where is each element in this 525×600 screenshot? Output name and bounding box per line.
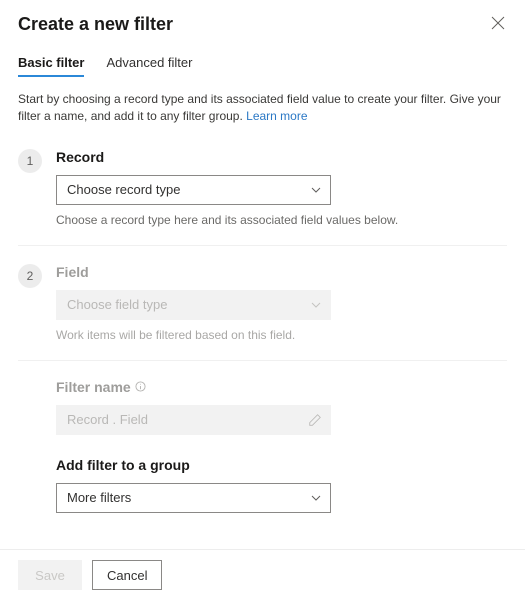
learn-more-link[interactable]: Learn more <box>246 109 307 123</box>
filter-name-label: Filter name <box>56 379 131 395</box>
record-helper: Choose a record type here and its associ… <box>56 213 507 227</box>
tab-basic-filter[interactable]: Basic filter <box>18 55 84 76</box>
group-label: Add filter to a group <box>56 457 507 473</box>
filter-group-select[interactable]: More filters <box>56 483 331 513</box>
step-field: 2 Field Choose field type Work items wil… <box>18 264 507 361</box>
record-type-select[interactable]: Choose record type <box>56 175 331 205</box>
dialog-footer: Save Cancel <box>0 549 525 600</box>
tab-advanced-filter[interactable]: Advanced filter <box>106 55 192 76</box>
record-label: Record <box>56 149 507 165</box>
record-type-value: Choose record type <box>67 182 180 197</box>
steps: 1 Record Choose record type Choose a rec… <box>18 149 507 531</box>
field-label: Field <box>56 264 507 280</box>
pencil-icon <box>308 413 322 427</box>
group-section: Add filter to a group More filters <box>56 457 507 513</box>
create-filter-dialog: Create a new filter Basic filter Advance… <box>0 0 525 531</box>
chevron-down-icon <box>310 299 322 311</box>
dialog-title: Create a new filter <box>18 14 173 35</box>
dialog-header: Create a new filter <box>18 14 507 35</box>
step-record: 1 Record Choose record type Choose a rec… <box>18 149 507 246</box>
step-number-2: 2 <box>18 264 42 288</box>
step-number-1: 1 <box>18 149 42 173</box>
filter-name-section: Filter name Add <box>18 379 507 531</box>
filter-name-input-wrap <box>56 405 331 435</box>
tab-bar: Basic filter Advanced filter <box>18 55 507 77</box>
close-button[interactable] <box>489 14 507 32</box>
cancel-button[interactable]: Cancel <box>92 560 162 590</box>
info-icon <box>135 381 146 392</box>
filter-name-input <box>67 412 308 427</box>
filter-group-value: More filters <box>67 490 131 505</box>
filter-name-label-row: Filter name <box>56 379 507 395</box>
save-button: Save <box>18 560 82 590</box>
field-type-select: Choose field type <box>56 290 331 320</box>
field-type-value: Choose field type <box>67 297 167 312</box>
chevron-down-icon <box>310 184 322 196</box>
chevron-down-icon <box>310 492 322 504</box>
close-icon <box>491 16 505 30</box>
field-helper: Work items will be filtered based on thi… <box>56 328 507 342</box>
intro-text: Start by choosing a record type and its … <box>18 91 507 125</box>
